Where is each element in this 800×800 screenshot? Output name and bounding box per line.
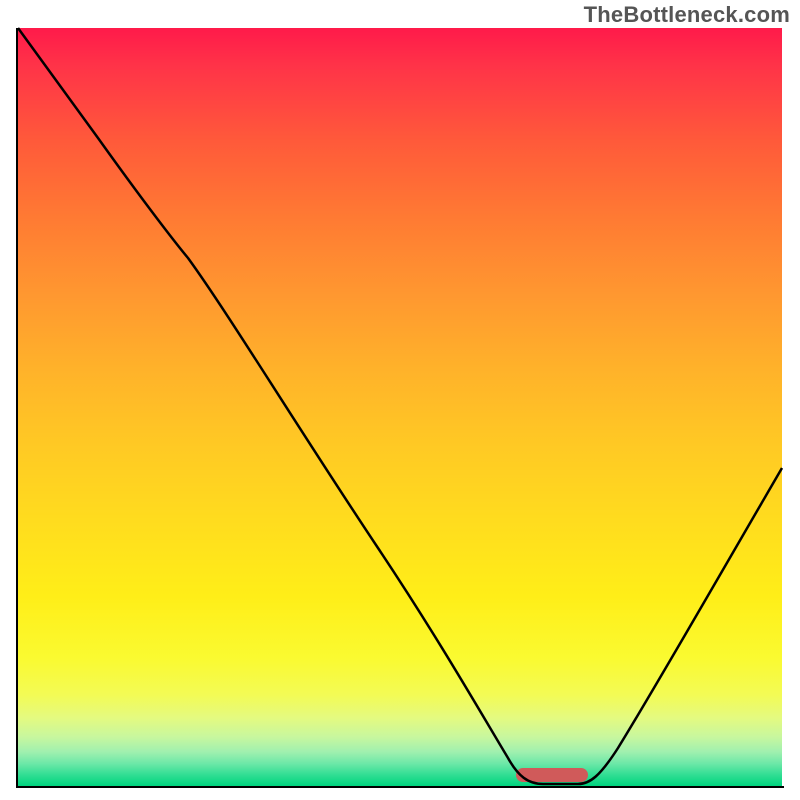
chart-container: { "watermark": "TheBottleneck.com", "cha…	[0, 0, 800, 800]
x-axis	[16, 786, 784, 788]
curve-line	[18, 28, 782, 786]
plot-area	[18, 28, 782, 786]
y-axis	[16, 28, 18, 788]
watermark-text: TheBottleneck.com	[584, 2, 790, 28]
